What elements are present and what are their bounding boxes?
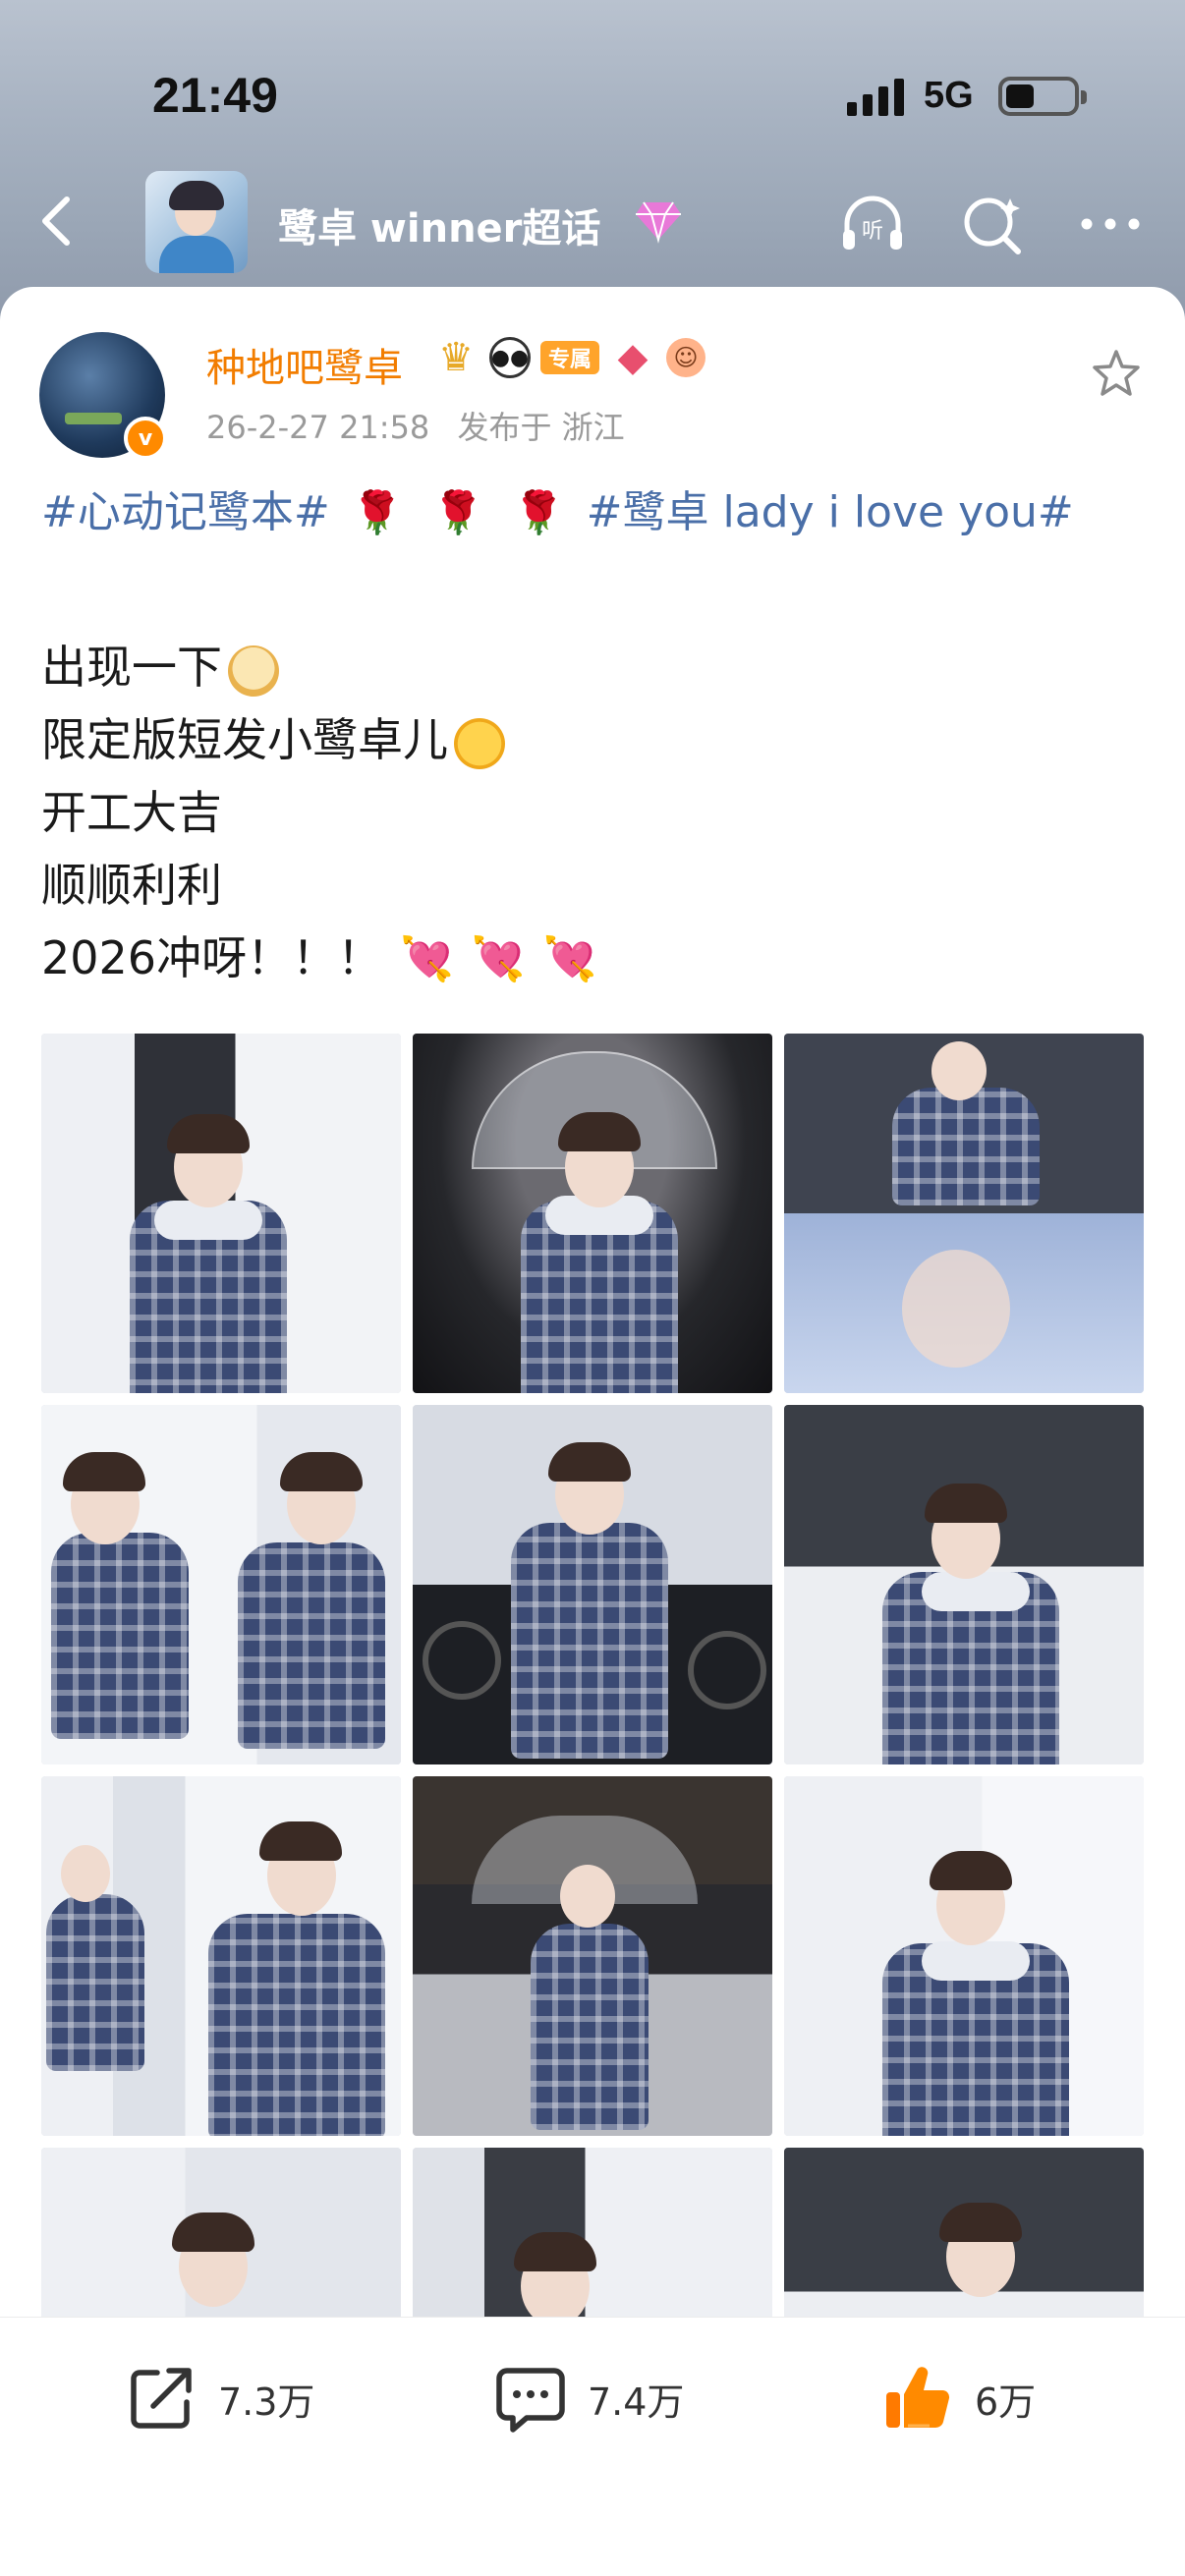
like-button[interactable]: 6万 — [880, 2359, 1036, 2437]
topic-title[interactable]: 鹭卓 winner超话 — [278, 196, 600, 253]
share-icon — [131, 2368, 192, 2429]
star-icon — [1093, 350, 1140, 396]
topic-avatar[interactable] — [145, 171, 248, 273]
photo-thumbnail[interactable] — [413, 1776, 772, 2136]
thumbs-up-icon — [886, 2367, 950, 2429]
bottom-action-bar: 7.3万 7.4万 6万 — [0, 2317, 1185, 2576]
chevron-left-icon — [42, 196, 70, 246]
photo-thumbnail[interactable] — [41, 1034, 401, 1393]
search-icon — [964, 197, 1021, 254]
post-line: 出现一下 — [41, 641, 222, 694]
rose-emoji: 🌹 — [513, 488, 565, 536]
hashtag-link[interactable]: #鹭卓 lady i love you# — [587, 487, 1074, 537]
more-button[interactable] — [1075, 189, 1146, 259]
hashtag-link[interactable]: #心动记鹭本# — [41, 487, 330, 537]
photo-thumbnail[interactable] — [784, 1034, 1144, 1393]
photo-thumbnail[interactable] — [41, 1405, 401, 1764]
post-line: 限定版短发小鹭卓儿 — [41, 713, 448, 766]
photo-thumbnail[interactable] — [413, 1405, 772, 1764]
panda-icon: ●● — [489, 337, 531, 378]
diamond-badge-icon: ◆ — [617, 335, 649, 380]
rose-emoji: 🌹 — [351, 488, 404, 536]
verified-badge-icon: v — [124, 417, 167, 460]
listen-button[interactable]: 听 — [837, 189, 908, 259]
search-button[interactable] — [957, 189, 1028, 259]
rose-emoji: 🌹 — [432, 488, 484, 536]
post-meta: 26-2-27 21:58 发布于 浙江 — [206, 403, 625, 448]
favorite-button[interactable] — [1089, 346, 1144, 401]
topic-nav-bar: 鹭卓 winner超话 听 — [0, 167, 1185, 275]
diamond-icon — [634, 198, 683, 244]
comment-button[interactable]: 7.4万 — [493, 2359, 684, 2437]
crown-icon: ♛ — [438, 335, 474, 380]
post-date: 26-2-27 21:58 — [206, 409, 430, 446]
user-badges: ♛ ●● 专属 ◆ ☺ — [432, 334, 705, 381]
network-type: 5G — [924, 75, 974, 116]
headphones-icon: 听 — [843, 196, 902, 250]
comment-icon — [496, 2368, 565, 2433]
post-location: 发布于 浙江 — [457, 409, 625, 446]
signal-icon — [847, 79, 908, 116]
svg-text:听: 听 — [862, 219, 883, 244]
photo-thumbnail[interactable] — [784, 1405, 1144, 1764]
heart-arrow-emojis: 💘💘💘 — [400, 934, 615, 984]
post-hashtags: #心动记鹭本# 🌹 🌹 🌹 #鹭卓 lady i love you# — [41, 483, 1161, 542]
more-dots-icon — [1081, 218, 1140, 230]
username[interactable]: 种地吧鹭卓 — [206, 336, 403, 393]
share-button[interactable]: 7.3万 — [124, 2359, 314, 2437]
battery-icon — [998, 77, 1087, 116]
shy-emoji-icon — [454, 717, 505, 769]
post-line: 顺顺利利 — [41, 859, 222, 912]
share-count: 7.3万 — [218, 2380, 315, 2424]
doge-emoji-icon — [228, 644, 279, 697]
photo-thumbnail[interactable] — [41, 1776, 401, 2136]
post-text: 出现一下 限定版短发小鹭卓儿 开工大吉 顺顺利利 2026冲呀！！！ 💘💘💘 — [41, 631, 614, 996]
photo-thumbnail[interactable] — [413, 1034, 772, 1393]
like-count: 6万 — [975, 2380, 1037, 2424]
post-card: v 种地吧鹭卓 ♛ ●● 专属 ◆ ☺ 26-2-27 21:58 发布于 浙江… — [0, 287, 1185, 2576]
back-button[interactable] — [29, 192, 88, 251]
post-line: 2026冲呀！！！ — [41, 931, 383, 984]
comment-count: 7.4万 — [588, 2380, 685, 2424]
photo-thumbnail[interactable] — [784, 1776, 1144, 2136]
post-line: 开工大吉 — [41, 786, 222, 839]
status-time: 21:49 — [152, 68, 278, 123]
special-badge: 专属 — [540, 341, 599, 374]
monkey-icon: ☺ — [666, 338, 705, 377]
